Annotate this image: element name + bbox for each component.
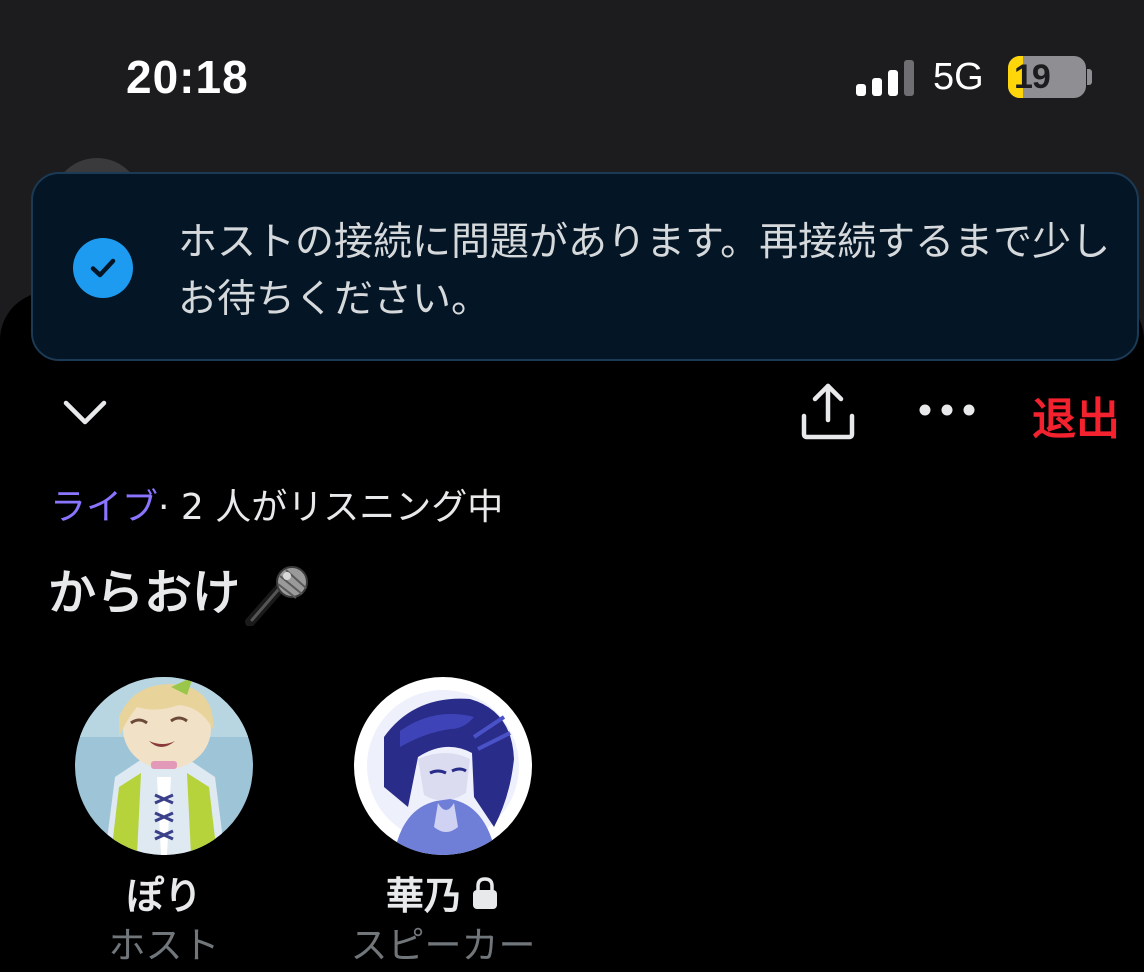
chevron-down-icon[interactable] <box>60 388 110 438</box>
battery-level: 19 <box>1014 58 1051 96</box>
microphone-icon <box>242 566 314 627</box>
avatar[interactable] <box>75 677 253 855</box>
reconnect-toast: ホストの接続に問題があります。再接続するまで少しお待ちください。 <box>31 172 1139 361</box>
leave-button[interactable]: 退出 <box>1032 383 1120 447</box>
status-bar: 20:18 5G 19 <box>0 0 1144 160</box>
live-label: ライブ <box>50 487 159 528</box>
participant-host[interactable]: ぽり ホスト <box>44 677 284 967</box>
participant-role: スピーカー <box>350 924 536 967</box>
avatar[interactable] <box>354 677 532 855</box>
more-icon[interactable] <box>915 395 979 425</box>
cellular-signal-icon <box>856 58 914 96</box>
share-icon[interactable] <box>798 380 858 442</box>
space-title-text: からおけ <box>48 565 241 621</box>
participant-role: ホスト <box>108 924 220 967</box>
participant-speaker[interactable]: 華乃 スピーカー <box>323 677 563 967</box>
clock: 20:18 <box>126 51 249 103</box>
live-status: ライブ· 2 人がリスニング中 <box>50 478 503 530</box>
battery-icon: 19 <box>1008 56 1086 98</box>
lock-icon <box>470 876 500 912</box>
participant-name-text: 華乃 <box>385 874 462 918</box>
space-title: からおけ <box>48 553 314 627</box>
listener-count: · 2 人がリスニング中 <box>158 487 504 528</box>
participant-name: 華乃 <box>323 865 563 920</box>
check-circle-icon <box>73 238 133 298</box>
network-type: 5G <box>933 56 984 98</box>
toast-message: ホストの接続に問題があります。再接続するまで少しお待ちください。 <box>178 220 1111 322</box>
battery-tip <box>1087 69 1092 85</box>
participant-name: ぽり <box>125 874 202 918</box>
